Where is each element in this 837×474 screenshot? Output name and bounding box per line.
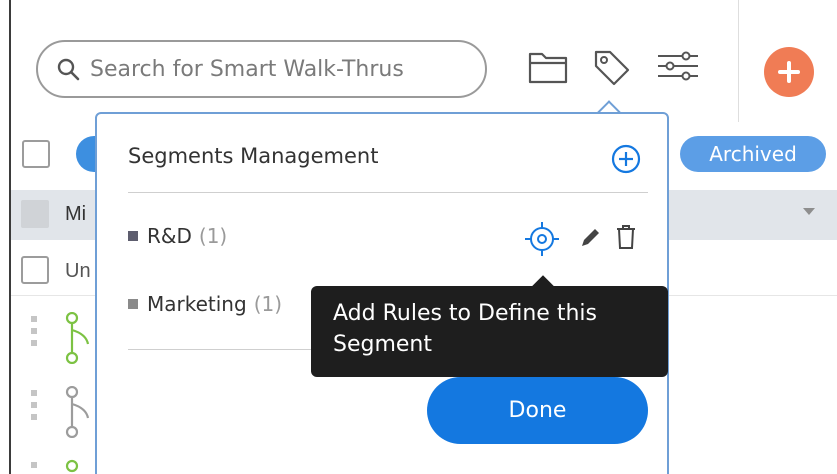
smart-walkthru-flow-icon (65, 312, 90, 364)
unassigned-row-label: Un (65, 260, 91, 282)
folder-icon[interactable] (527, 46, 569, 86)
target-icon[interactable] (523, 220, 561, 258)
add-button[interactable] (764, 47, 814, 97)
search-icon (57, 58, 80, 81)
select-all-checkbox[interactable] (22, 140, 50, 168)
drag-handle-icon[interactable] (31, 316, 37, 352)
segment-item-rnd[interactable]: R&D (1) (128, 224, 227, 248)
group-row-label: Mi (65, 203, 87, 225)
trash-icon[interactable] (614, 224, 638, 250)
segment-name: Marketing (147, 292, 247, 316)
search-input[interactable] (90, 56, 470, 82)
group-row-checkbox[interactable] (21, 200, 49, 228)
archived-filter-chip[interactable]: Archived (680, 136, 826, 172)
popover-divider (128, 192, 648, 193)
drag-handle-icon[interactable] (31, 462, 37, 474)
segment-name: R&D (147, 224, 192, 248)
filter-sliders-icon[interactable] (656, 46, 700, 86)
popover-title: Segments Management (128, 144, 379, 168)
plus-icon (778, 61, 800, 83)
segment-count: (1) (198, 224, 228, 248)
unassigned-row-checkbox[interactable] (21, 256, 49, 284)
pencil-icon[interactable] (578, 226, 602, 250)
segment-count: (1) (253, 292, 283, 316)
segment-color-swatch (128, 231, 138, 241)
add-segment-icon[interactable] (610, 143, 642, 175)
tag-icon[interactable] (590, 46, 632, 88)
segment-item-marketing[interactable]: Marketing (1) (128, 292, 282, 316)
smart-walkthru-flow-icon (65, 459, 79, 473)
segment-color-swatch (128, 299, 138, 309)
drag-handle-icon[interactable] (31, 390, 37, 426)
tooltip: Add Rules to Define this Segment (311, 286, 668, 377)
toolbar-separator (738, 0, 739, 122)
done-button[interactable]: Done (427, 377, 648, 444)
chevron-down-icon[interactable] (803, 208, 815, 215)
search-box[interactable] (36, 40, 487, 98)
smart-walkthru-flow-icon (65, 386, 90, 438)
